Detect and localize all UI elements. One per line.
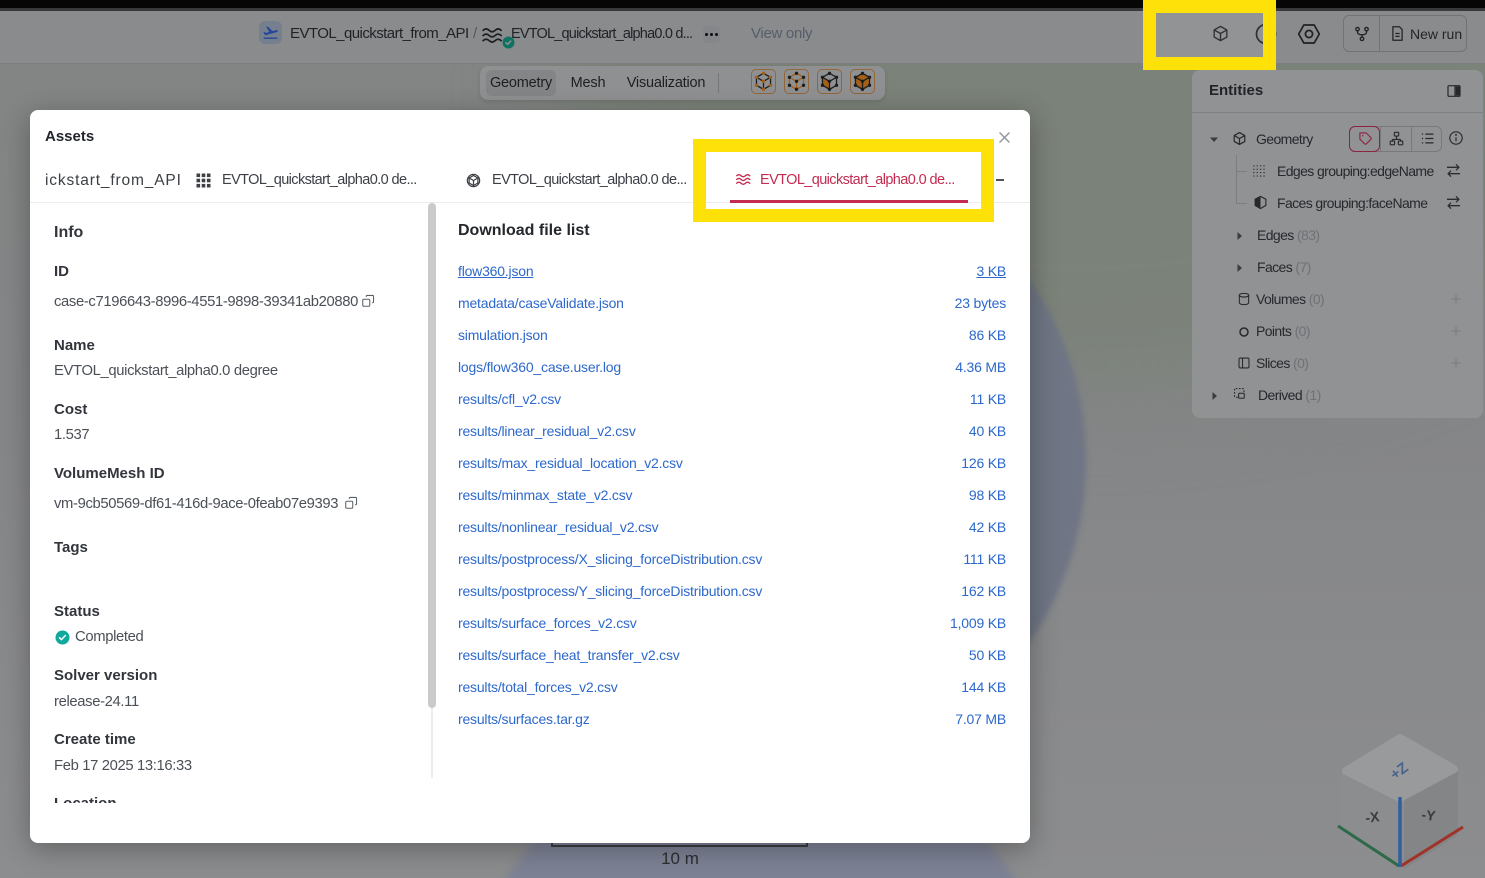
svg-text:-X: -X (1364, 808, 1381, 826)
svg-text:-Y: -Y (1421, 806, 1438, 824)
